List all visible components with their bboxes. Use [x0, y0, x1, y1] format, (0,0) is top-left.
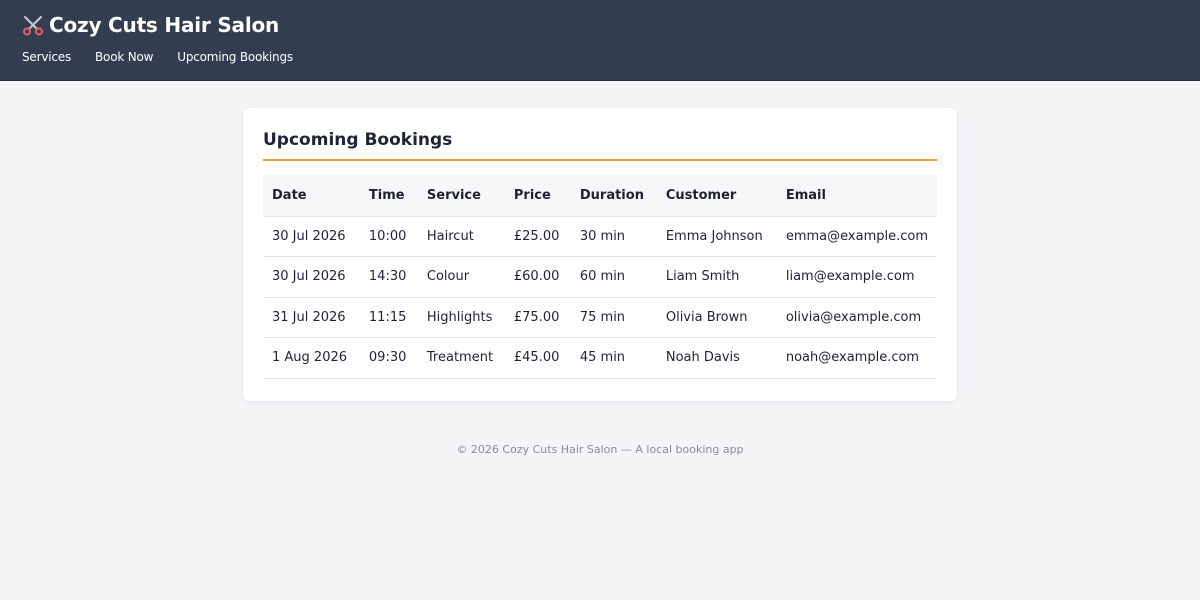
cell-price: £60.00: [504, 256, 571, 298]
cell-service: Highlights: [417, 297, 505, 338]
cell-duration: 60 min: [570, 256, 657, 298]
nav-link-services[interactable]: Services: [22, 50, 71, 64]
cell-duration: 45 min: [570, 337, 657, 379]
column-header-date: Date: [263, 175, 360, 217]
cell-date: 30 Jul 2026: [263, 256, 360, 298]
footer-text: © 2026 Cozy Cuts Hair Salon — A local bo…: [456, 443, 744, 456]
main-nav: Services Book Now Upcoming Bookings: [22, 50, 1178, 64]
column-header-email: Email: [776, 175, 937, 217]
cell-time: 11:15: [359, 297, 418, 338]
table-header-row: Date Time Service Price Duration Custome…: [263, 175, 937, 217]
cell-email: olivia@example.com: [776, 297, 937, 338]
cell-email: liam@example.com: [776, 256, 937, 298]
nav-link-book-now[interactable]: Book Now: [95, 50, 153, 64]
cell-service: Treatment: [417, 337, 505, 379]
bookings-table: Date Time Service Price Duration Custome…: [263, 175, 937, 379]
page-title: Upcoming Bookings: [263, 130, 937, 161]
cell-service: Colour: [417, 256, 505, 298]
cell-email: emma@example.com: [776, 216, 937, 257]
footer: © 2026 Cozy Cuts Hair Salon — A local bo…: [0, 443, 1200, 456]
column-header-service: Service: [417, 175, 505, 217]
scissors-icon: [22, 14, 44, 36]
cell-time: 09:30: [359, 337, 418, 379]
column-header-price: Price: [504, 175, 571, 217]
cell-duration: 75 min: [570, 297, 657, 338]
nav-link-upcoming-bookings[interactable]: Upcoming Bookings: [177, 50, 293, 64]
cell-customer: Emma Johnson: [656, 216, 777, 257]
cell-price: £75.00: [504, 297, 571, 338]
table-row: 31 Jul 2026 11:15 Highlights £75.00 75 m…: [263, 297, 937, 338]
cell-customer: Olivia Brown: [656, 297, 777, 338]
cell-duration: 30 min: [570, 216, 657, 257]
table-row: 1 Aug 2026 09:30 Treatment £45.00 45 min…: [263, 337, 937, 379]
bookings-card: Upcoming Bookings Date Time Service Pric…: [243, 108, 957, 401]
table-row: 30 Jul 2026 14:30 Colour £60.00 60 min L…: [263, 256, 937, 298]
column-header-duration: Duration: [570, 175, 657, 217]
table-row: 30 Jul 2026 10:00 Haircut £25.00 30 min …: [263, 216, 937, 257]
cell-price: £45.00: [504, 337, 571, 379]
cell-date: 1 Aug 2026: [263, 337, 360, 379]
brand: Cozy Cuts Hair Salon: [22, 12, 1178, 38]
cell-time: 10:00: [359, 216, 418, 257]
cell-customer: Liam Smith: [656, 256, 777, 298]
column-header-time: Time: [359, 175, 418, 217]
cell-email: noah@example.com: [776, 337, 937, 379]
cell-date: 30 Jul 2026: [263, 216, 360, 257]
cell-price: £25.00: [504, 216, 571, 257]
cell-date: 31 Jul 2026: [263, 297, 360, 338]
site-title: Cozy Cuts Hair Salon: [49, 13, 280, 37]
cell-time: 14:30: [359, 256, 418, 298]
cell-customer: Noah Davis: [656, 337, 777, 379]
cell-service: Haircut: [417, 216, 505, 257]
top-header: Cozy Cuts Hair Salon Services Book Now U…: [0, 0, 1200, 81]
column-header-customer: Customer: [656, 175, 777, 217]
